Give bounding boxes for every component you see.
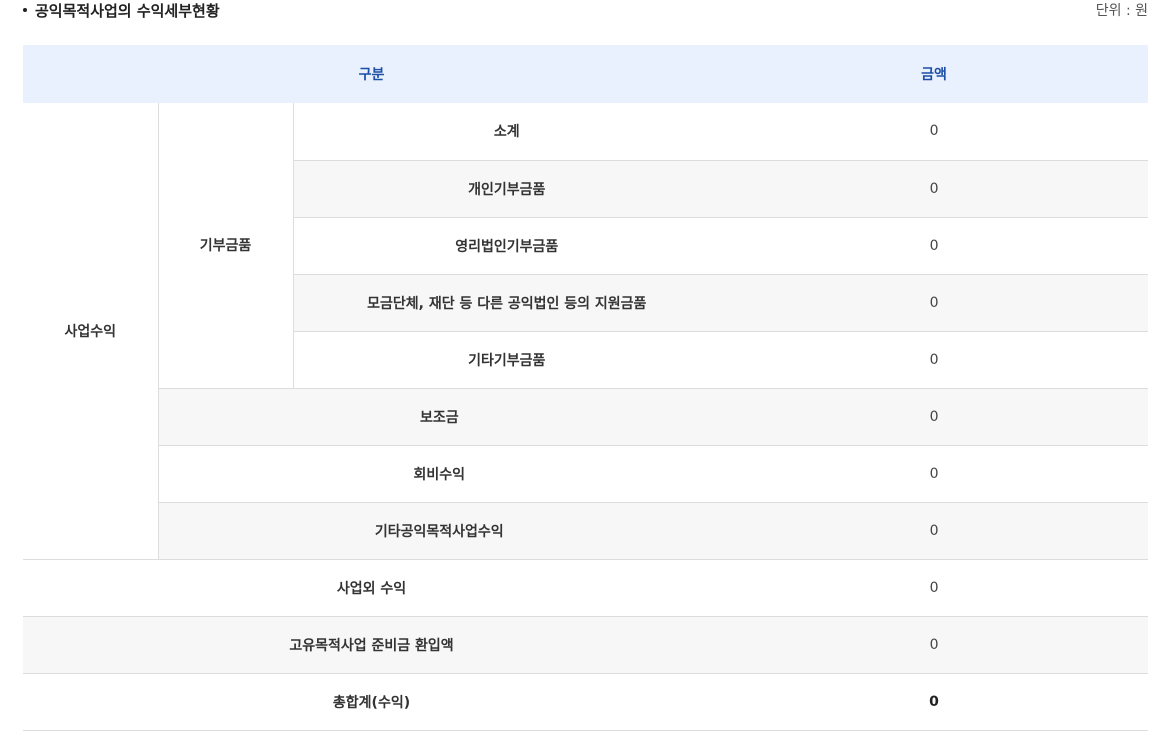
section-header: 공익목적사업의 수익세부현황 단위 : 원 — [23, 0, 1148, 24]
table-row: 사업수익 기부금품 소계 0 — [23, 103, 1149, 560]
row-label: 소계 — [293, 103, 721, 161]
section-title: 공익목적사업의 수익세부현황 — [23, 0, 220, 22]
row-label: 사업외 수익 — [23, 559, 721, 617]
table-header-row: 구분 금액 — [23, 45, 1149, 103]
row-amount: 0 — [720, 445, 1149, 503]
row-label: 기타기부금품 — [293, 331, 721, 389]
column-header-category: 구분 — [23, 45, 721, 103]
row-label: 기타공익목적사업수익 — [158, 502, 721, 560]
group-label-donations: 기부금품 — [158, 103, 294, 389]
row-amount: 0 — [720, 160, 1149, 218]
row-amount: 0 — [720, 274, 1149, 332]
row-label: 회비수익 — [158, 445, 721, 503]
row-amount: 0 — [720, 559, 1149, 617]
revenue-detail-table: 구분 금액 사업수익 기부금품 소계 0 개인기부금품 0 영리법인기부금품 0… — [23, 45, 1149, 731]
table-row: 보조금 0 — [23, 388, 1149, 446]
row-amount: 0 — [720, 103, 1149, 161]
row-label: 모금단체, 재단 등 다른 공익법인 등의 지원금품 — [293, 274, 721, 332]
total-label: 총합계(수익) — [23, 673, 721, 731]
table-row: 기타공익목적사업수익 0 — [23, 502, 1149, 560]
row-amount: 0 — [720, 502, 1149, 560]
row-amount: 0 — [720, 388, 1149, 446]
row-label: 고유목적사업 준비금 환입액 — [23, 616, 721, 674]
row-label: 보조금 — [158, 388, 721, 446]
total-row: 총합계(수익) 0 — [23, 673, 1149, 731]
column-header-amount: 금액 — [720, 45, 1149, 103]
row-amount: 0 — [720, 217, 1149, 275]
table-row: 사업외 수익 0 — [23, 559, 1149, 617]
section-title-text: 공익목적사업의 수익세부현황 — [35, 2, 220, 20]
unit-label: 단위 : 원 — [1095, 3, 1148, 19]
row-label: 개인기부금품 — [293, 160, 721, 218]
row-amount: 0 — [720, 331, 1149, 389]
table-row: 고유목적사업 준비금 환입액 0 — [23, 616, 1149, 674]
bullet-icon — [23, 8, 27, 12]
row-label: 영리법인기부금품 — [293, 217, 721, 275]
row-amount: 0 — [720, 616, 1149, 674]
table-row: 회비수익 0 — [23, 445, 1149, 503]
group-label-business-revenue: 사업수익 — [23, 103, 159, 560]
total-amount: 0 — [720, 673, 1149, 731]
